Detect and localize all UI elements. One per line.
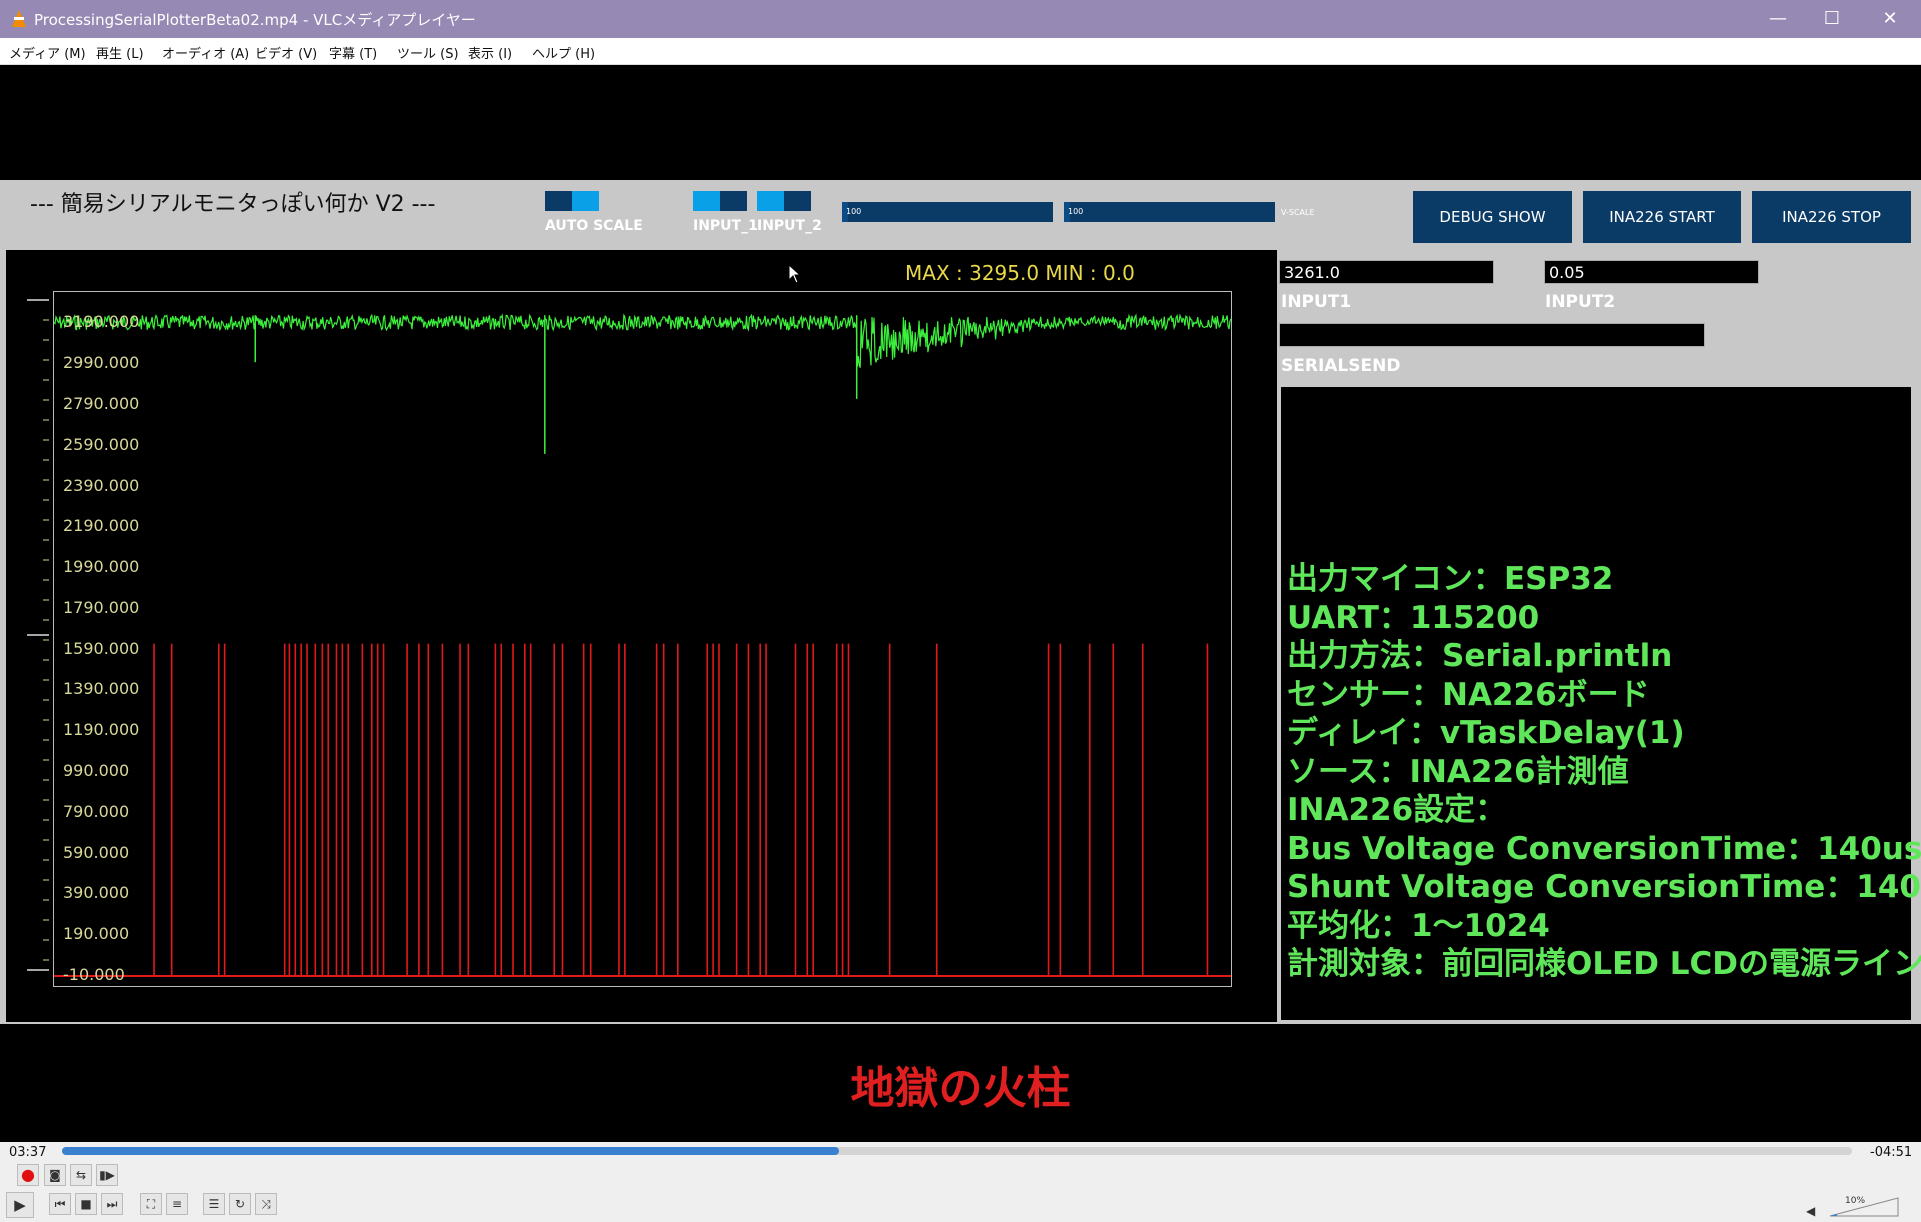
- playlist-icon[interactable]: ☰: [203, 1193, 225, 1215]
- video-subtitle: 地獄の火柱: [850, 1063, 1071, 1114]
- menu-audio[interactable]: オーディオ (A): [162, 43, 249, 62]
- y-tick-label: 190.000: [63, 924, 130, 944]
- y-tick-label: 1790.000: [63, 597, 140, 617]
- input1-field[interactable]: 3261.0: [1279, 260, 1494, 284]
- next-icon[interactable]: ⏭: [101, 1193, 123, 1215]
- auto-scale-toggle-off[interactable]: [545, 191, 572, 211]
- minimize-button[interactable]: —: [1754, 6, 1802, 32]
- input2-toggle-label: INPUT_2: [757, 218, 822, 234]
- y-tick-label: 990.000: [63, 761, 130, 781]
- mouse-cursor-icon: [788, 264, 802, 284]
- serial-plot: [53, 291, 1232, 987]
- menu-media[interactable]: メディア (M): [9, 43, 86, 62]
- snapshot-icon[interactable]: ◙: [44, 1164, 66, 1186]
- input2-field[interactable]: 0.05: [1544, 260, 1759, 284]
- volume-level: 10%: [1845, 1196, 1866, 1206]
- vscale-label: V-SCALE: [1281, 208, 1315, 217]
- loop-icon[interactable]: ↻: [229, 1193, 251, 1215]
- y-tick-label: 2190.000: [63, 516, 140, 536]
- extended-settings-icon[interactable]: ≡: [166, 1193, 188, 1215]
- menu-view[interactable]: 表示 (I): [468, 43, 512, 62]
- window-title: ProcessingSerialPlotterBeta02.mp4 - VLCメ…: [34, 11, 476, 29]
- input1-toggle-label: INPUT_1: [693, 218, 758, 234]
- max-min-readout: MAX : 3295.0 MIN : 0.0: [905, 261, 1135, 285]
- loop-ab-icon[interactable]: ⇆: [70, 1164, 92, 1186]
- remaining-time: -04:51: [1870, 1145, 1913, 1160]
- menu-playback[interactable]: 再生 (L): [96, 43, 144, 62]
- y-tick-label: 590.000: [63, 842, 130, 862]
- fullscreen-icon[interactable]: ⛶: [140, 1193, 162, 1215]
- input1-toggle-off[interactable]: [720, 191, 747, 211]
- input1-slider[interactable]: 100: [842, 202, 1053, 222]
- y-tick-label: 1590.000: [63, 638, 140, 658]
- y-tick-label: 390.000: [63, 883, 130, 903]
- input1-toggle-on[interactable]: [693, 191, 720, 211]
- console-line: 計測対象：前回同様OLED LCDの電源ライン: [1287, 946, 1921, 982]
- y-tick-label: 2790.000: [63, 393, 140, 413]
- auto-scale-toggle-on[interactable]: [572, 191, 599, 211]
- maximize-button[interactable]: ☐: [1808, 6, 1856, 32]
- seek-bar-progress: [62, 1147, 840, 1155]
- y-tick-label: 1190.000: [63, 720, 140, 740]
- app-title: --- 簡易シリアルモニタっぽい何か V2 ---: [30, 192, 436, 217]
- y-tick-label: 2390.000: [63, 475, 140, 495]
- ina226-stop-button[interactable]: INA226 STOP: [1752, 191, 1911, 243]
- ina226-start-button[interactable]: INA226 START: [1583, 191, 1741, 243]
- menu-help[interactable]: ヘルプ (H): [532, 43, 595, 62]
- input2-slider[interactable]: 100: [1064, 202, 1275, 222]
- previous-icon[interactable]: ⏮: [49, 1193, 71, 1215]
- menu-subtitle[interactable]: 字幕 (T): [329, 43, 377, 62]
- y-tick-label: 1390.000: [63, 679, 140, 699]
- frame-step-icon[interactable]: ▮▶: [96, 1164, 118, 1186]
- stop-icon[interactable]: ■: [75, 1193, 97, 1215]
- y-tick-label: 2590.000: [63, 434, 140, 454]
- y-tick-label: 1990.000: [63, 557, 140, 577]
- play-icon[interactable]: ▶: [6, 1192, 34, 1218]
- title-bar: ProcessingSerialPlotterBeta02.mp4 - VLCメ…: [0, 0, 1921, 38]
- serialsend-field[interactable]: [1279, 323, 1705, 347]
- menu-tools[interactable]: ツール (S): [397, 43, 459, 62]
- shuffle-icon[interactable]: ⤨: [255, 1193, 277, 1215]
- record-icon[interactable]: ●: [17, 1164, 39, 1186]
- elapsed-time: 03:37: [9, 1145, 47, 1160]
- input1-caption: INPUT1: [1281, 292, 1352, 312]
- input2-caption: INPUT2: [1545, 292, 1616, 312]
- close-button[interactable]: ✕: [1866, 6, 1914, 32]
- y-tick-label: 3190.000: [63, 312, 140, 332]
- speaker-icon[interactable]: ◀: [1806, 1204, 1815, 1218]
- plot-canvas: [53, 313, 1232, 977]
- auto-scale-label: AUTO SCALE: [545, 218, 643, 234]
- input2-toggle-on[interactable]: [757, 191, 784, 211]
- vlc-cone-icon: [12, 10, 26, 27]
- serialsend-caption: SERIALSEND: [1281, 356, 1401, 376]
- menu-video[interactable]: ビデオ (V): [255, 43, 317, 62]
- input2-toggle-off[interactable]: [784, 191, 811, 211]
- debug-show-button[interactable]: DEBUG SHOW: [1413, 191, 1572, 243]
- y-axis-ticks: [27, 299, 49, 971]
- y-tick-label: -10.000: [63, 965, 125, 984]
- y-tick-label: 2990.000: [63, 353, 140, 373]
- series-input1-line: [53, 313, 1232, 368]
- menu-bar: メディア (M) 再生 (L) オーディオ (A) ビデオ (V) 字幕 (T)…: [0, 38, 1921, 65]
- y-tick-label: 790.000: [63, 801, 130, 821]
